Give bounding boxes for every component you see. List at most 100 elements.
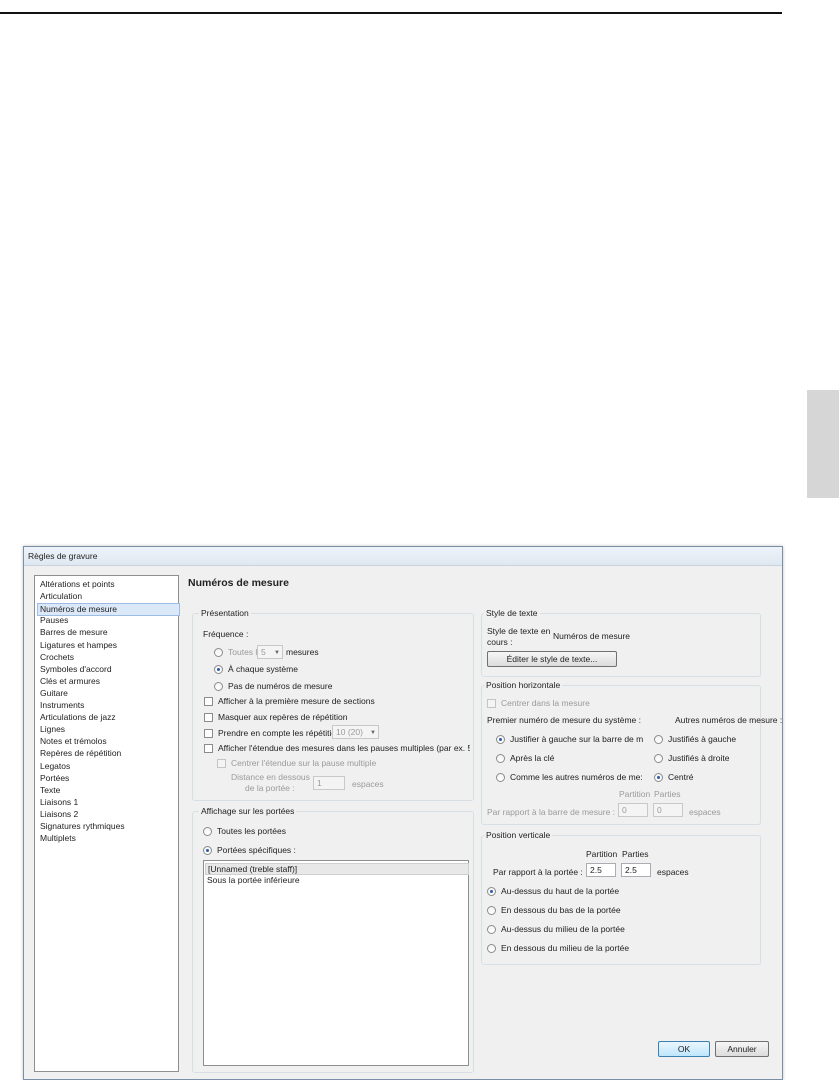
sidebar-item[interactable]: Ligatures et hampes	[38, 640, 119, 651]
v-col-parties: Parties	[622, 849, 649, 859]
first-after-clef-radio[interactable]	[496, 754, 505, 763]
sidebar-item[interactable]: Texte	[38, 785, 62, 796]
sidebar-item[interactable]: Portées	[38, 773, 71, 784]
center-range-checkbox[interactable]	[217, 759, 226, 768]
distance-label-1: Distance en dessous	[231, 772, 310, 782]
no-numbers-label: Pas de numéros de mesure	[228, 681, 333, 691]
hide-rehearsal-checkbox[interactable]	[204, 713, 213, 722]
above-middle-label: Au-dessus du milieu de la portée	[501, 924, 625, 934]
others-justify-right-label: Justifiés à droite	[668, 753, 730, 763]
sidebar-item[interactable]: Barres de mesure	[38, 627, 110, 638]
specific-staves-label: Portées spécifiques :	[217, 845, 296, 855]
first-like-others-radio[interactable]	[496, 773, 505, 782]
sidebar-item[interactable]: Pauses	[38, 615, 70, 626]
distance-input[interactable]: 1	[313, 776, 345, 790]
others-centered-label: Centré	[668, 772, 694, 782]
edit-text-style-button[interactable]: Éditer le style de texte...	[487, 651, 617, 667]
frequency-label: Fréquence :	[203, 629, 249, 639]
sidebar-item[interactable]: Notes et trémolos	[38, 736, 109, 747]
sidebar-item[interactable]: Crochets	[38, 652, 76, 663]
every-n-radio[interactable]	[214, 648, 223, 657]
sidebar-item[interactable]: Altérations et points	[38, 579, 117, 590]
below-middle-radio[interactable]	[487, 944, 496, 953]
sidebar-item[interactable]: Liaisons 1	[38, 797, 80, 808]
ok-button[interactable]: OK	[658, 1041, 710, 1057]
all-staves-label: Toutes les portées	[217, 826, 286, 836]
distance-unit: espaces	[352, 779, 384, 789]
first-like-others-label: Comme les autres numéros de me:	[510, 772, 643, 782]
every-system-label: À chaque système	[228, 664, 298, 674]
sidebar-item[interactable]: Clés et armures	[38, 676, 102, 687]
category-list[interactable]: Altérations et points Articulation Numéros…	[34, 575, 180, 1072]
others-justify-right-radio[interactable]	[654, 754, 663, 763]
staves-list-item[interactable]: Sous la portée inférieure	[205, 875, 302, 886]
every-n-value: 5	[261, 647, 266, 657]
repeats-select[interactable]: 10 (20) ▼	[332, 725, 379, 739]
staves-list[interactable]: [Unnamed (treble staff)] Sous la portée …	[203, 860, 469, 1066]
sidebar-item[interactable]: Symboles d'accord	[38, 664, 114, 675]
text-style-group	[481, 613, 761, 677]
show-first-measure-checkbox[interactable]	[204, 697, 213, 706]
sidebar-item[interactable]: Numéros de mesure	[37, 603, 180, 617]
text-style-label: Style de texte	[484, 608, 540, 618]
v-col-partition: Partition	[586, 849, 618, 859]
h-parties-input[interactable]: 0	[653, 803, 683, 817]
repeats-checkbox[interactable]	[204, 729, 213, 738]
above-top-radio[interactable]	[487, 887, 496, 896]
v-relative-label: Par rapport à la portée :	[493, 867, 583, 877]
cancel-button[interactable]: Annuler	[715, 1041, 769, 1057]
show-range-checkbox[interactable]	[204, 744, 213, 753]
h-partition-input[interactable]: 0	[618, 803, 648, 817]
below-middle-label: En dessous du milieu de la portée	[501, 943, 630, 953]
v-partition-input[interactable]: 2.5	[586, 863, 616, 877]
staves-display-label: Affichage sur les portées	[199, 806, 297, 816]
every-n-input[interactable]: 5 ▼	[257, 645, 283, 659]
distance-label-2: de la portée :	[245, 783, 295, 793]
above-middle-radio[interactable]	[487, 925, 496, 934]
sidebar-item[interactable]: Liaisons 2	[38, 809, 80, 820]
specific-staves-radio[interactable]	[203, 846, 212, 855]
hide-rehearsal-label: Masquer aux repères de répétition	[218, 712, 348, 722]
sidebar-item[interactable]: Articulations de jazz	[38, 712, 118, 723]
page-side-tab	[807, 390, 839, 498]
above-top-label: Au-dessus du haut de la portée	[501, 886, 620, 896]
all-staves-radio[interactable]	[203, 827, 212, 836]
v-parties-input[interactable]: 2.5	[621, 863, 651, 877]
repeats-label: Prendre en compte les répétitions :	[218, 728, 350, 738]
current-style-label-2: cours :	[487, 637, 513, 647]
below-bottom-radio[interactable]	[487, 906, 496, 915]
show-first-measure-label: Afficher à la première mesure de section…	[218, 696, 375, 706]
repeats-value: 10 (20)	[336, 727, 363, 737]
h-unit-label: espaces	[689, 807, 721, 817]
below-bottom-label: En dessous du bas de la portée	[501, 905, 621, 915]
h-col-parties: Parties	[654, 789, 681, 799]
others-centered-radio[interactable]	[654, 773, 663, 782]
dialog-window: Règles de gravure Altérations et points A…	[23, 546, 783, 1080]
horizontal-position-label: Position horizontale	[484, 680, 563, 690]
sidebar-item[interactable]: Legatos	[38, 761, 72, 772]
center-in-measure-checkbox[interactable]	[487, 699, 496, 708]
measures-label: mesures	[286, 647, 319, 657]
sidebar-item[interactable]: Instruments	[38, 700, 86, 711]
no-numbers-radio[interactable]	[214, 682, 223, 691]
h-relative-label: Par rapport à la barre de mesure :	[487, 807, 616, 817]
sidebar-item[interactable]: Repères de répétition	[38, 748, 123, 759]
title-bar: Règles de gravure	[24, 547, 782, 566]
center-range-label: Centrer l'étendue sur la pause multiple	[231, 758, 377, 768]
chevron-down-icon: ▼	[370, 730, 376, 736]
first-justify-left-radio[interactable]	[496, 735, 505, 744]
h-col-partition: Partition	[619, 789, 651, 799]
sidebar-item[interactable]: Guitare	[38, 688, 70, 699]
center-in-measure-label: Centrer dans la mesure	[501, 698, 590, 708]
staves-list-item[interactable]: [Unnamed (treble staff)]	[205, 863, 469, 875]
others-justify-left-radio[interactable]	[654, 735, 663, 744]
sidebar-item[interactable]: Signatures rythmiques	[38, 821, 127, 832]
first-after-clef-label: Après la clé	[510, 753, 555, 763]
first-justify-left-label: Justifier à gauche sur la barre de m	[510, 734, 644, 744]
first-number-heading: Premier numéro de mesure du système :	[487, 715, 642, 725]
sidebar-item[interactable]: Articulation	[38, 591, 84, 602]
every-system-radio[interactable]	[214, 665, 223, 674]
sidebar-item[interactable]: Lignes	[38, 724, 67, 735]
show-range-label: Afficher l'étendue des mesures dans les …	[218, 743, 470, 753]
sidebar-item[interactable]: Multiplets	[38, 833, 78, 844]
